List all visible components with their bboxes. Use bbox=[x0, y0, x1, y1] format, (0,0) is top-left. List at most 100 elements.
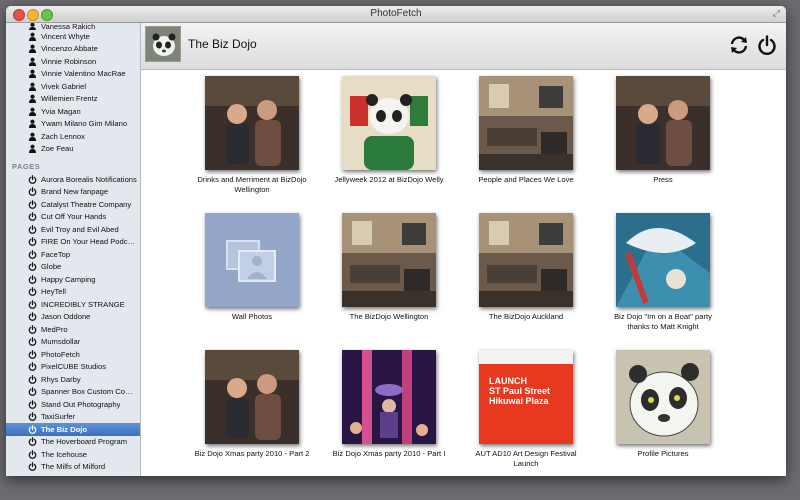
sidebar-page-item[interactable]: Aurora Borealis Notifications bbox=[6, 173, 140, 186]
sidebar-item-label: The Biz Dojo bbox=[41, 424, 87, 434]
sidebar-page-item[interactable]: Brand New fanpage bbox=[6, 186, 140, 199]
sidebar-item-label: PixelCUBE Studios bbox=[41, 362, 106, 372]
page-power-icon bbox=[28, 187, 37, 197]
sidebar-page-item[interactable]: INCREDIBLY STRANGE bbox=[6, 298, 140, 311]
sidebar-page-item[interactable]: Spanner Box Custom Com... bbox=[6, 386, 140, 399]
sidebar-page-item[interactable]: Jason Oddone bbox=[6, 311, 140, 324]
sidebar-person-item[interactable]: Zach Lennox bbox=[6, 130, 140, 143]
sidebar-page-item[interactable]: Globe bbox=[6, 261, 140, 274]
album-item[interactable]: Wall Photos bbox=[187, 207, 317, 322]
album-title: Biz Dojo "Im on a Boat" party thanks to … bbox=[614, 312, 712, 331]
sidebar-item-label: The Hoverboard Program bbox=[41, 437, 128, 447]
sidebar-person-item[interactable]: Vivek Gabriel bbox=[6, 80, 140, 93]
album-item[interactable]: Biz Dojo Xmas party 2010 - Part I bbox=[324, 344, 454, 459]
sidebar-person-item[interactable]: Vinnie Robinson bbox=[6, 55, 140, 68]
album-title: The BizDojo Auckland bbox=[488, 312, 564, 321]
sidebar-item-label: Vincenzo Abbate bbox=[41, 44, 98, 54]
sidebar-page-item[interactable]: Cut Off Your Hands bbox=[6, 211, 140, 224]
person-icon bbox=[28, 119, 37, 129]
person-icon bbox=[28, 69, 37, 79]
person-icon bbox=[28, 94, 37, 104]
sidebar-page-item[interactable]: FaceTop bbox=[6, 248, 140, 261]
sidebar-item-label: Vinnie Robinson bbox=[41, 56, 97, 66]
sidebar-page-item[interactable]: FIRE On Your Head Podcast bbox=[6, 236, 140, 249]
album-title: Profile Pictures bbox=[637, 449, 689, 458]
album-item[interactable]: Drinks and Merriment at BizDojo Wellingt… bbox=[187, 70, 317, 195]
sidebar-person-item[interactable]: Yvia Magan bbox=[6, 105, 140, 118]
album-item[interactable]: The BizDojo Auckland bbox=[461, 207, 591, 322]
sidebar-page-item[interactable]: The Milfs of Milford bbox=[6, 461, 140, 474]
page-power-icon bbox=[28, 399, 37, 409]
sidebar-page-item[interactable]: Happy Camping bbox=[6, 273, 140, 286]
sidebar-page-item[interactable]: The Biz Dojo bbox=[6, 423, 140, 436]
main-panel: The Biz Dojo Drinks and Merriment at Biz… bbox=[141, 23, 786, 476]
app-window: PhotoFetch ⤢ Vanessa Rakich Vincent Whyte… bbox=[6, 6, 786, 476]
album-thumbnail[interactable]: LAUNCH ST Paul Street Hikuwai Plaza bbox=[479, 350, 573, 444]
album-item[interactable]: Jellyweek 2012 at BizDojo Welly bbox=[324, 70, 454, 185]
page-power-icon bbox=[28, 424, 37, 434]
sidebar-item-label: INCREDIBLY STRANGE bbox=[41, 299, 125, 309]
album-item[interactable]: The BizDojo Wellington bbox=[324, 207, 454, 322]
album-thumbnail[interactable] bbox=[616, 76, 710, 170]
album-thumbnail[interactable] bbox=[205, 350, 299, 444]
person-icon bbox=[28, 144, 37, 154]
sidebar-page-item[interactable]: The Icehouse bbox=[6, 448, 140, 461]
sidebar-page-item[interactable]: HeyTell bbox=[6, 286, 140, 299]
page-power-icon bbox=[28, 362, 37, 372]
album-item[interactable]: Biz Dojo Xmas party 2010 - Part 2 bbox=[187, 344, 317, 459]
album-thumbnail[interactable] bbox=[616, 350, 710, 444]
sidebar-person-item[interactable]: Vincenzo Abbate bbox=[6, 43, 140, 56]
page-power-icon bbox=[28, 224, 37, 234]
person-icon bbox=[28, 57, 37, 66]
sidebar-page-item[interactable]: MedPro bbox=[6, 323, 140, 336]
album-item[interactable]: Profile Pictures bbox=[598, 344, 728, 459]
sidebar-page-item[interactable]: PixelCUBE Studios bbox=[6, 361, 140, 374]
page-power-icon bbox=[28, 299, 37, 309]
sidebar-item-label: Globe bbox=[41, 262, 62, 272]
album-title: The BizDojo Wellington bbox=[349, 312, 429, 321]
sidebar-item-label: FaceTop bbox=[41, 249, 71, 259]
page-power-icon bbox=[28, 449, 37, 459]
page-power-icon bbox=[28, 462, 37, 472]
sidebar-page-item[interactable]: Catalyst Theatre Company bbox=[6, 198, 140, 211]
album-thumbnail[interactable] bbox=[479, 76, 573, 170]
album-title: People and Places We Love bbox=[478, 175, 574, 184]
sidebar-item-label: Vanessa Rakich bbox=[41, 23, 96, 30]
sidebar-person-item[interactable]: Willemien Frentz bbox=[6, 93, 140, 106]
album-item[interactable]: Biz Dojo "Im on a Boat" party thanks to … bbox=[598, 207, 728, 332]
sidebar-page-item[interactable]: TaxiSurfer bbox=[6, 411, 140, 424]
album-item[interactable]: LAUNCH ST Paul Street Hikuwai Plaza AUT AD1… bbox=[461, 344, 591, 469]
album-thumbnail[interactable] bbox=[342, 213, 436, 307]
power-icon[interactable] bbox=[756, 34, 778, 56]
sidebar-page-item[interactable]: Stand Out Photography bbox=[6, 398, 140, 411]
album-thumbnail[interactable] bbox=[342, 350, 436, 444]
album-item[interactable]: People and Places We Love bbox=[461, 70, 591, 185]
sidebar-item-label: Vinnie Valentino MacRae bbox=[41, 69, 126, 79]
album-thumbnail[interactable] bbox=[205, 76, 299, 170]
album-thumbnail[interactable] bbox=[616, 213, 710, 307]
poster-line: ST Paul Street bbox=[489, 386, 551, 396]
pages-section-header: PAGES bbox=[12, 162, 41, 171]
sidebar-page-item[interactable]: Mumsdollar bbox=[6, 336, 140, 349]
sidebar-page-item[interactable]: Rhys Darby bbox=[6, 373, 140, 386]
album-thumbnail[interactable] bbox=[479, 213, 573, 307]
sidebar-item-label: Ywam Milano Gim Milano bbox=[41, 119, 128, 129]
page-power-icon bbox=[28, 249, 37, 259]
sidebar-page-item[interactable]: Evil Troy and Evil Abed bbox=[6, 223, 140, 236]
sidebar-person-item[interactable]: Vinnie Valentino MacRae bbox=[6, 68, 140, 81]
album-item[interactable]: Press bbox=[598, 70, 728, 185]
refresh-icon[interactable] bbox=[728, 34, 750, 56]
sidebar-item-label: Vivek Gabriel bbox=[41, 81, 87, 91]
sidebar-person-item[interactable]: Ywam Milano Gim Milano bbox=[6, 118, 140, 131]
sidebar-page-item[interactable]: PhotoFetch bbox=[6, 348, 140, 361]
title-bar: PhotoFetch ⤢ bbox=[6, 6, 786, 23]
sidebar-person-item[interactable]: Zoe Feau bbox=[6, 143, 140, 156]
album-title: Jellyweek 2012 at BizDojo Welly bbox=[334, 175, 444, 184]
fullscreen-icon[interactable]: ⤢ bbox=[773, 8, 780, 19]
album-thumbnail[interactable] bbox=[342, 76, 436, 170]
sidebar-page-item[interactable]: The Hoverboard Program bbox=[6, 436, 140, 449]
sidebar-item-label: FIRE On Your Head Podcast bbox=[41, 237, 137, 247]
sidebar-person-item[interactable]: Vincent Whyte bbox=[6, 30, 140, 43]
sidebar-person-item[interactable]: Vanessa Rakich bbox=[6, 23, 140, 30]
album-thumbnail[interactable] bbox=[205, 213, 299, 307]
